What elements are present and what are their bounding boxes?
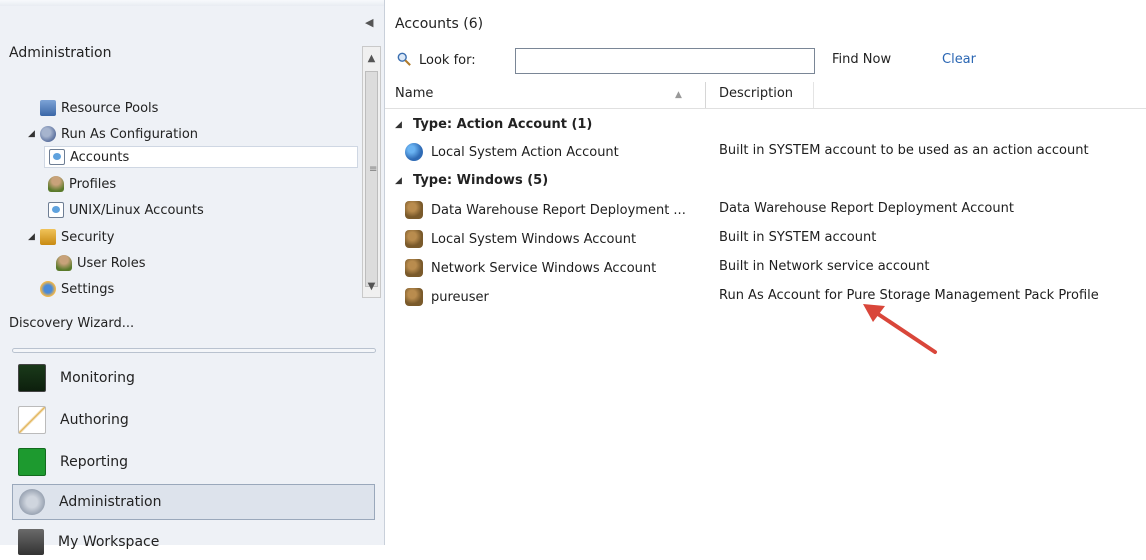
run-as-account-icon xyxy=(405,288,423,306)
wunderbar-monitoring[interactable]: Monitoring xyxy=(12,360,375,396)
wunderbar-label: Monitoring xyxy=(60,370,135,386)
tree-item-user-roles[interactable]: User Roles xyxy=(56,252,146,274)
monitoring-icon xyxy=(18,364,46,392)
search-input[interactable] xyxy=(515,48,815,74)
wunderbar-my-workspace[interactable]: My Workspace xyxy=(12,524,375,560)
group-header-windows[interactable]: ◢ Type: Windows (5) xyxy=(395,173,548,188)
tree-item-label: Settings xyxy=(61,281,115,297)
wunderbar-label: My Workspace xyxy=(58,534,160,550)
globe-account-icon xyxy=(405,143,423,161)
results-pane: Accounts (6) Look for: Find Now Clear Na… xyxy=(385,0,1146,545)
reporting-icon xyxy=(18,448,46,476)
navigation-pane: ◀ Administration Resource Pools ◢ Run As… xyxy=(0,0,385,555)
tree-item-label: Profiles xyxy=(69,176,117,192)
run-as-account-icon xyxy=(405,201,423,219)
table-row[interactable]: Local System Action Account Built in SYS… xyxy=(385,138,1146,166)
tree-item-label: Accounts xyxy=(70,149,130,165)
settings-icon xyxy=(40,281,56,297)
tree-item-unix-linux-accounts[interactable]: UNIX/Linux Accounts xyxy=(48,199,204,221)
search-icon xyxy=(397,52,411,66)
group-header-action-account[interactable]: ◢ Type: Action Account (1) xyxy=(395,117,592,132)
group-label: Type: Windows (5) xyxy=(413,173,549,188)
scroll-up-arrow-icon[interactable]: ▲ xyxy=(364,51,379,67)
tree-item-profiles[interactable]: Profiles xyxy=(48,173,116,195)
expand-twisty-icon[interactable]: ◢ xyxy=(28,232,40,242)
nav-top-edge xyxy=(0,0,384,6)
wunderbar-administration[interactable]: Administration xyxy=(12,484,375,520)
account-description: Built in SYSTEM account xyxy=(719,230,877,245)
collapse-pane-button[interactable]: ◀ xyxy=(365,16,373,29)
group-label: Type: Action Account (1) xyxy=(413,117,593,132)
profiles-icon xyxy=(48,176,64,192)
column-divider[interactable] xyxy=(813,82,814,108)
tree-item-settings[interactable]: Settings xyxy=(40,278,114,300)
user-roles-icon xyxy=(56,255,72,271)
scroll-thumb[interactable]: ≡ xyxy=(365,71,378,287)
admin-tree: Resource Pools ◢ Run As Configuration Ac… xyxy=(0,46,362,298)
wunderbar-label: Reporting xyxy=(60,454,129,470)
resource-pools-icon xyxy=(40,100,56,116)
search-bar: Look for: Find Now Clear xyxy=(385,44,1146,78)
wunderbar-reporting[interactable]: Reporting xyxy=(12,444,375,480)
accounts-icon xyxy=(49,149,65,165)
wunderbar-label: Authoring xyxy=(60,412,129,428)
column-header: Name ▲ Description xyxy=(385,82,1146,109)
column-description-header[interactable]: Description xyxy=(719,86,793,101)
account-name: Local System Action Account xyxy=(431,144,619,160)
account-description: Data Warehouse Report Deployment Account xyxy=(719,201,1014,216)
my-workspace-icon xyxy=(18,529,44,555)
run-as-account-icon xyxy=(405,230,423,248)
table-row[interactable]: Data Warehouse Report Deployment ... Dat… xyxy=(385,196,1146,224)
page-title: Accounts (6) xyxy=(395,16,484,32)
sort-ascending-icon: ▲ xyxy=(675,90,682,100)
account-name: Local System Windows Account xyxy=(431,231,637,247)
account-description: Built in Network service account xyxy=(719,259,930,274)
find-now-button[interactable]: Find Now xyxy=(832,52,891,67)
annotation-arrow-icon xyxy=(863,304,937,354)
tree-item-accounts[interactable]: Accounts xyxy=(44,146,358,168)
unix-linux-accounts-icon xyxy=(48,202,64,218)
account-description: Built in SYSTEM account to be used as an… xyxy=(719,143,1089,158)
wunderbar-label: Administration xyxy=(59,494,162,510)
tree-item-label: Security xyxy=(61,229,115,245)
tree-item-label: Run As Configuration xyxy=(61,126,199,142)
tree-item-resource-pools[interactable]: Resource Pools xyxy=(28,97,158,119)
grip-icon: ≡ xyxy=(369,164,378,175)
run-as-account-icon xyxy=(405,259,423,277)
column-name-header[interactable]: Name xyxy=(395,86,433,101)
authoring-pencil-icon xyxy=(18,406,46,434)
discovery-wizard-link[interactable]: Discovery Wizard... xyxy=(9,316,134,331)
run-as-configuration-icon xyxy=(40,126,56,142)
tree-item-label: User Roles xyxy=(77,255,146,271)
security-lock-icon xyxy=(40,229,56,245)
table-row[interactable]: Network Service Windows Account Built in… xyxy=(385,254,1146,282)
account-name: pureuser xyxy=(431,289,489,305)
tree-item-label: Resource Pools xyxy=(61,100,159,116)
look-for-label: Look for: xyxy=(419,53,476,68)
collapse-group-icon[interactable]: ◢ xyxy=(395,120,413,130)
tree-item-security[interactable]: ◢ Security xyxy=(28,226,114,248)
tree-scrollbar[interactable]: ▲ ≡ ▼ xyxy=(362,46,381,298)
collapse-group-icon[interactable]: ◢ xyxy=(395,176,413,186)
tree-item-label: UNIX/Linux Accounts xyxy=(69,202,204,218)
account-name: Network Service Windows Account xyxy=(431,260,657,276)
administration-gear-icon xyxy=(19,489,45,515)
scroll-down-arrow-icon[interactable]: ▼ xyxy=(364,279,379,295)
wunderbar-authoring[interactable]: Authoring xyxy=(12,402,375,438)
column-divider[interactable] xyxy=(705,82,706,108)
clear-button[interactable]: Clear xyxy=(942,52,976,67)
expand-twisty-icon[interactable]: ◢ xyxy=(28,129,40,139)
table-row[interactable]: Local System Windows Account Built in SY… xyxy=(385,225,1146,253)
account-name: Data Warehouse Report Deployment ... xyxy=(431,202,686,218)
tree-item-run-as-configuration[interactable]: ◢ Run As Configuration xyxy=(28,123,198,145)
pane-splitter[interactable] xyxy=(12,348,376,353)
table-row[interactable]: pureuser Run As Account for Pure Storage… xyxy=(385,283,1146,311)
